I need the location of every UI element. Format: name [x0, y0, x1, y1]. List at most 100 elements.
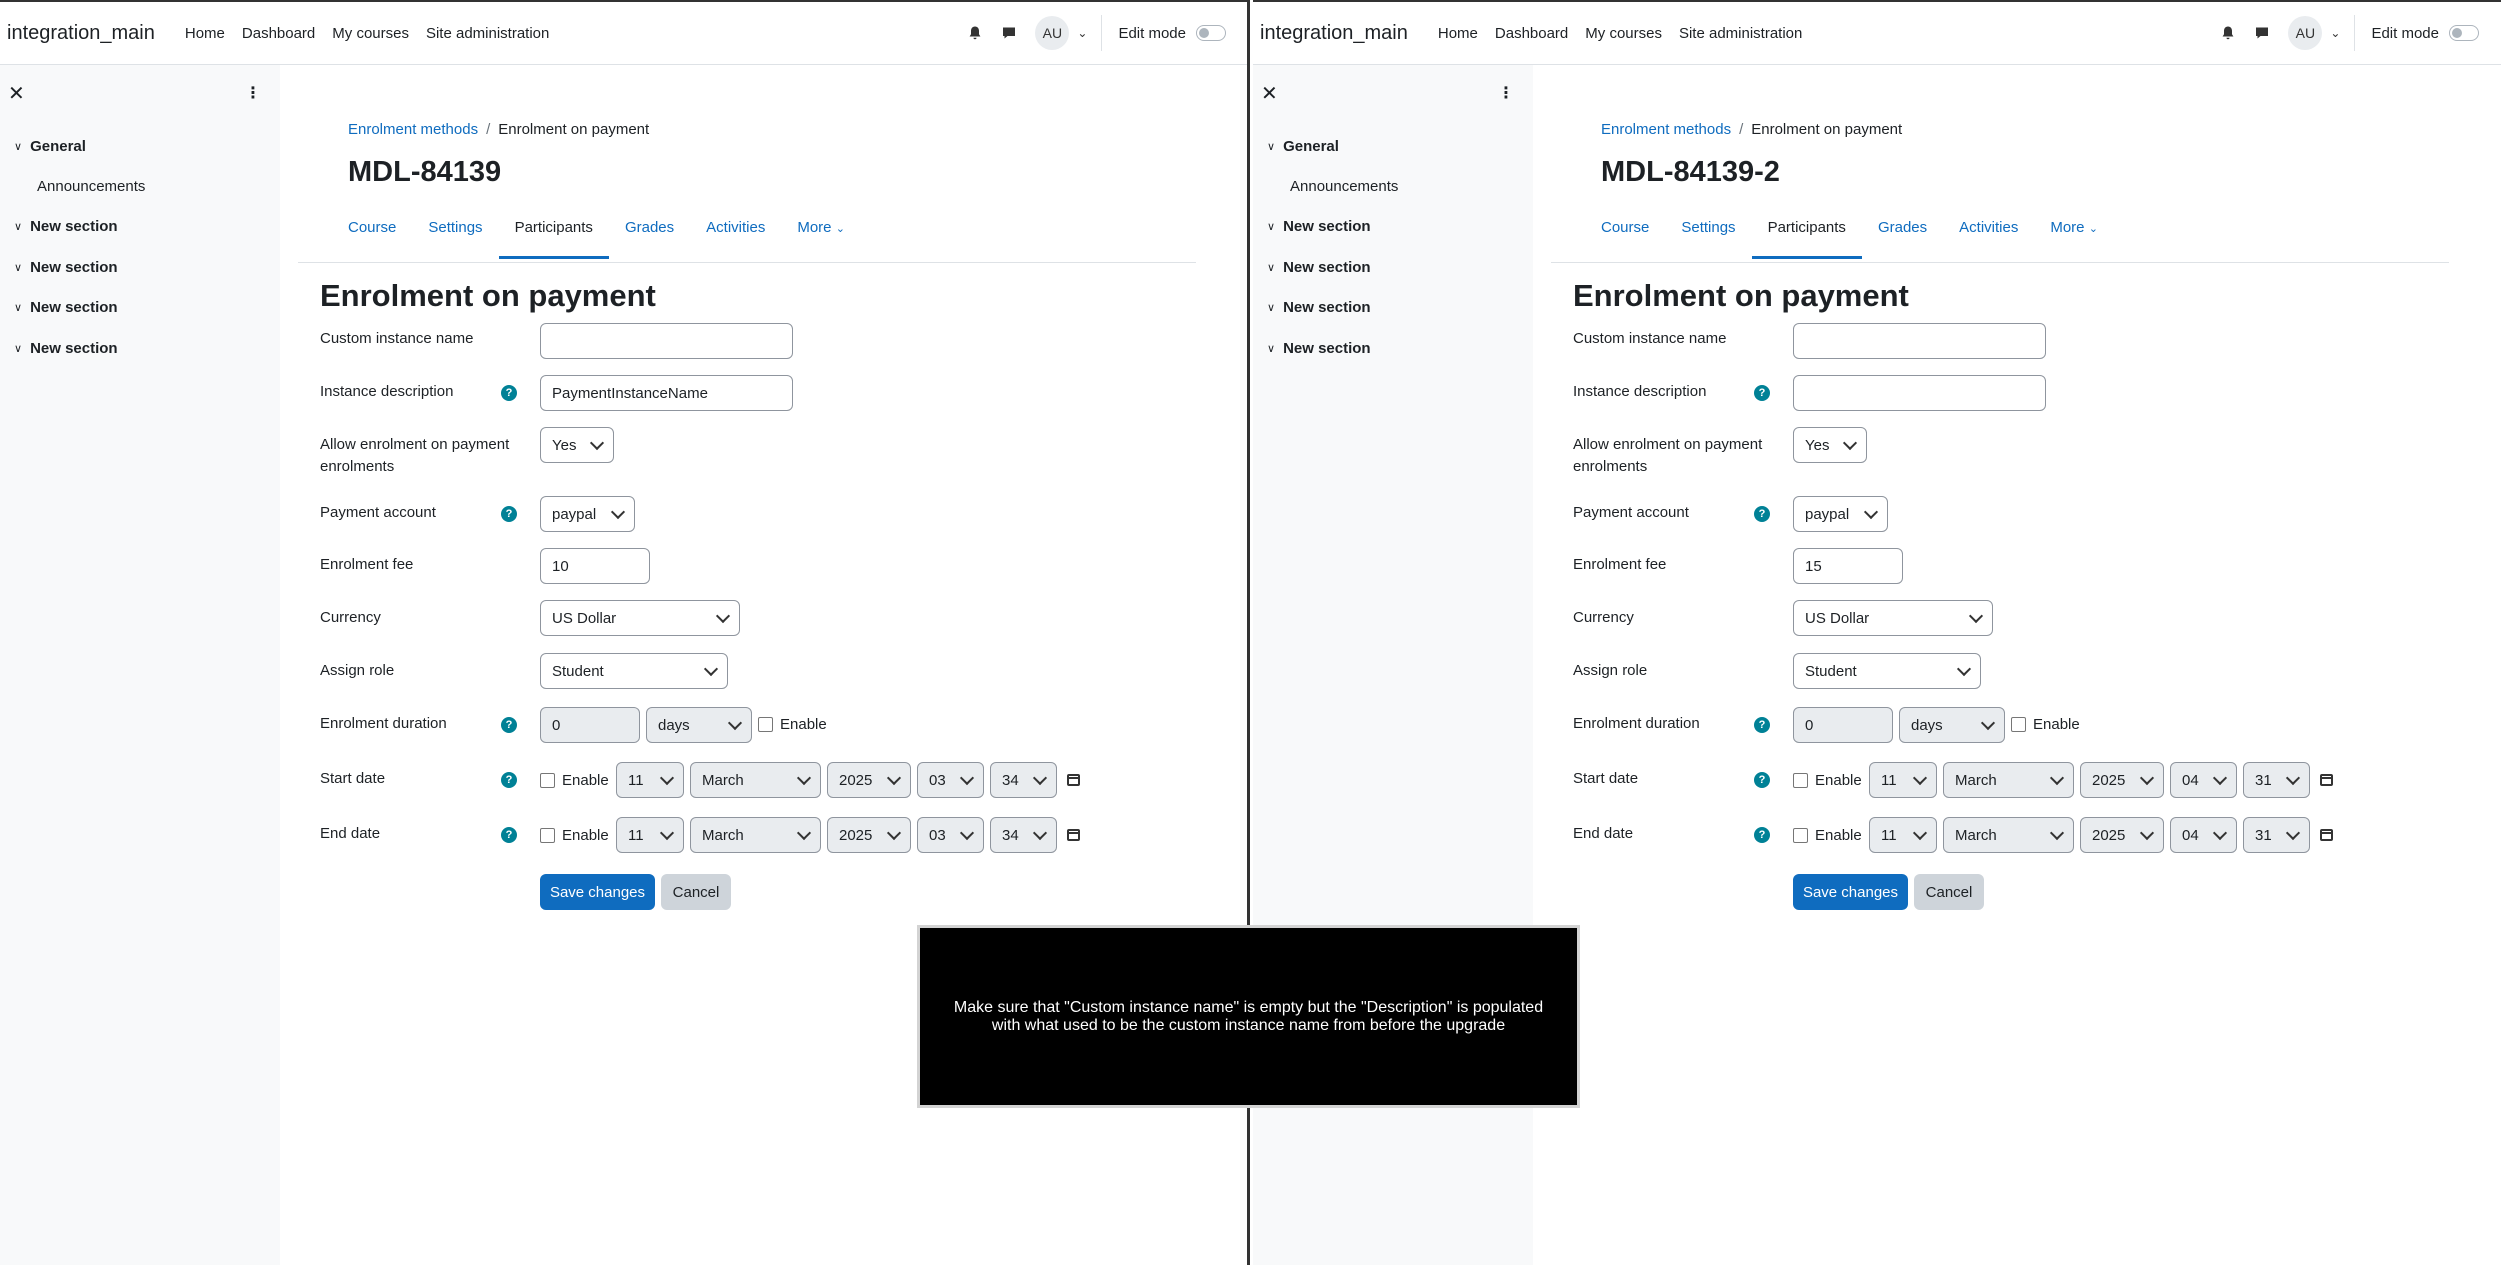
- section-general[interactable]: ∨ General: [14, 138, 86, 155]
- end-minute-select[interactable]: 31: [2243, 817, 2310, 853]
- section-new-3[interactable]: ∨ New section: [1267, 299, 1371, 316]
- duration-unit-select[interactable]: days: [1899, 707, 2005, 743]
- instance-description-input[interactable]: [1793, 375, 2046, 411]
- enrolment-duration-input[interactable]: 0: [1793, 707, 1893, 743]
- end-hour-select[interactable]: 03: [917, 817, 984, 853]
- nav-dashboard[interactable]: Dashboard: [242, 25, 315, 42]
- chevron-down-icon[interactable]: ∨: [1267, 342, 1275, 355]
- section-new-3[interactable]: ∨ New section: [14, 299, 118, 316]
- checkbox[interactable]: [540, 773, 555, 788]
- close-icon[interactable]: ✕: [8, 81, 25, 106]
- duration-unit-select[interactable]: days: [646, 707, 752, 743]
- section-new-2[interactable]: ∨ New section: [1267, 259, 1371, 276]
- start-minute-select[interactable]: 34: [990, 762, 1057, 798]
- edit-mode-toggle[interactable]: [1196, 25, 1226, 41]
- site-brand[interactable]: integration_main: [7, 22, 155, 45]
- start-date-enable-checkbox[interactable]: Enable: [540, 772, 609, 789]
- save-changes-button[interactable]: Save changes: [540, 874, 655, 910]
- breadcrumb-enrolment-methods[interactable]: Enrolment methods: [348, 121, 478, 138]
- tab-grades[interactable]: Grades: [1878, 219, 1927, 259]
- checkbox[interactable]: [2011, 717, 2026, 732]
- site-brand[interactable]: integration_main: [1260, 22, 1408, 45]
- nav-site-administration[interactable]: Site administration: [1679, 25, 1802, 42]
- section-general[interactable]: ∨ General: [1267, 138, 1339, 155]
- section-new-4[interactable]: ∨ New section: [14, 340, 118, 357]
- checkbox[interactable]: [1793, 773, 1808, 788]
- bell-icon[interactable]: [967, 25, 983, 41]
- activity-announcements[interactable]: Announcements: [1290, 178, 1398, 195]
- save-changes-button[interactable]: Save changes: [1793, 874, 1908, 910]
- edit-mode-toggle[interactable]: [2449, 25, 2479, 41]
- duration-enable-checkbox[interactable]: Enable: [758, 716, 827, 733]
- enrolment-duration-input[interactable]: 0: [540, 707, 640, 743]
- tab-participants[interactable]: Participants: [498, 219, 609, 259]
- chevron-down-icon[interactable]: ∨: [1267, 261, 1275, 274]
- tab-grades[interactable]: Grades: [625, 219, 674, 259]
- payment-account-select[interactable]: paypal: [540, 496, 635, 532]
- start-hour-select[interactable]: 04: [2170, 762, 2237, 798]
- message-icon[interactable]: [1001, 25, 1017, 41]
- tab-settings[interactable]: Settings: [428, 219, 482, 259]
- end-minute-select[interactable]: 34: [990, 817, 1057, 853]
- nav-site-administration[interactable]: Site administration: [426, 25, 549, 42]
- tab-course[interactable]: Course: [348, 219, 396, 259]
- allow-enrolment-select[interactable]: Yes: [1793, 427, 1867, 463]
- help-icon[interactable]: ?: [1754, 717, 1770, 733]
- calendar-icon[interactable]: [2320, 829, 2333, 841]
- tab-activities[interactable]: Activities: [706, 219, 765, 259]
- checkbox[interactable]: [1793, 828, 1808, 843]
- end-year-select[interactable]: 2025: [827, 817, 911, 853]
- help-icon[interactable]: ?: [1754, 827, 1770, 843]
- chevron-down-icon[interactable]: ∨: [14, 261, 22, 274]
- help-icon[interactable]: ?: [501, 717, 517, 733]
- help-icon[interactable]: ?: [501, 827, 517, 843]
- chevron-down-icon[interactable]: ⌄: [2330, 26, 2340, 40]
- chevron-down-icon[interactable]: ∨: [1267, 140, 1275, 153]
- avatar[interactable]: AU: [1035, 16, 1070, 50]
- nav-my-courses[interactable]: My courses: [332, 25, 409, 42]
- currency-select[interactable]: US Dollar: [540, 600, 740, 636]
- start-year-select[interactable]: 2025: [2080, 762, 2164, 798]
- start-month-select[interactable]: March: [690, 762, 821, 798]
- tab-course[interactable]: Course: [1601, 219, 1649, 259]
- breadcrumb-enrolment-methods[interactable]: Enrolment methods: [1601, 121, 1731, 138]
- nav-home[interactable]: Home: [1438, 25, 1478, 42]
- start-month-select[interactable]: March: [1943, 762, 2074, 798]
- chevron-down-icon[interactable]: ∨: [1267, 220, 1275, 233]
- help-icon[interactable]: ?: [501, 772, 517, 788]
- start-year-select[interactable]: 2025: [827, 762, 911, 798]
- end-day-select[interactable]: 11: [616, 817, 684, 853]
- chevron-down-icon[interactable]: ∨: [14, 301, 22, 314]
- calendar-icon[interactable]: [2320, 774, 2333, 786]
- start-hour-select[interactable]: 03: [917, 762, 984, 798]
- calendar-icon[interactable]: [1067, 829, 1080, 841]
- end-month-select[interactable]: March: [1943, 817, 2074, 853]
- start-day-select[interactable]: 11: [1869, 762, 1937, 798]
- section-new-2[interactable]: ∨ New section: [14, 259, 118, 276]
- end-date-enable-checkbox[interactable]: Enable: [540, 827, 609, 844]
- nav-my-courses[interactable]: My courses: [1585, 25, 1662, 42]
- close-icon[interactable]: ✕: [1261, 81, 1278, 106]
- custom-instance-name-input[interactable]: [540, 323, 793, 359]
- avatar[interactable]: AU: [2288, 16, 2323, 50]
- help-icon[interactable]: ?: [1754, 506, 1770, 522]
- duration-enable-checkbox[interactable]: Enable: [2011, 716, 2080, 733]
- tab-more[interactable]: More ⌄: [797, 219, 845, 259]
- nav-dashboard[interactable]: Dashboard: [1495, 25, 1568, 42]
- message-icon[interactable]: [2254, 25, 2270, 41]
- tab-settings[interactable]: Settings: [1681, 219, 1735, 259]
- end-hour-select[interactable]: 04: [2170, 817, 2237, 853]
- payment-account-select[interactable]: paypal: [1793, 496, 1888, 532]
- nav-home[interactable]: Home: [185, 25, 225, 42]
- enrolment-fee-input[interactable]: 15: [1793, 548, 1903, 584]
- end-day-select[interactable]: 11: [1869, 817, 1937, 853]
- currency-select[interactable]: US Dollar: [1793, 600, 1993, 636]
- help-icon[interactable]: ?: [501, 385, 517, 401]
- end-year-select[interactable]: 2025: [2080, 817, 2164, 853]
- tab-participants[interactable]: Participants: [1751, 219, 1862, 259]
- chevron-down-icon[interactable]: ∨: [14, 342, 22, 355]
- start-minute-select[interactable]: 31: [2243, 762, 2310, 798]
- checkbox[interactable]: [758, 717, 773, 732]
- start-date-enable-checkbox[interactable]: Enable: [1793, 772, 1862, 789]
- kebab-menu-icon[interactable]: ⋮: [245, 83, 261, 103]
